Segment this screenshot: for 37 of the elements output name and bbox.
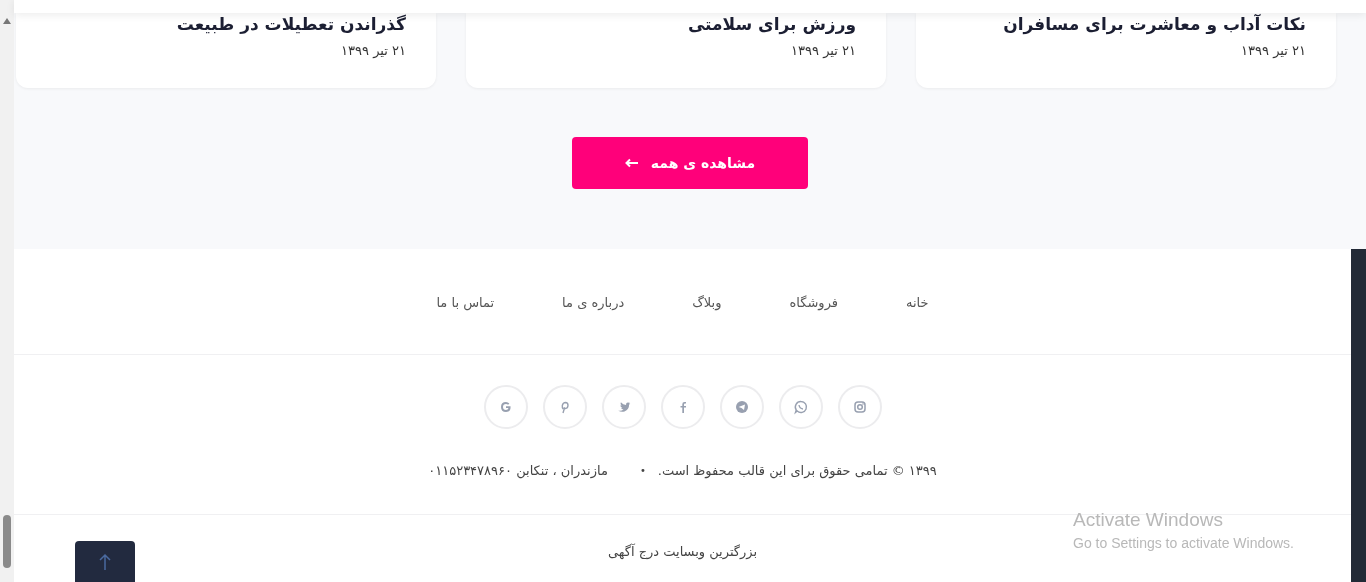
post-card[interactable]: گذراندن تعطیلات در طبیعت ۲۱ تیر ۱۳۹۹	[16, 13, 436, 88]
post-card[interactable]: نکات آداب و معاشرت برای مسافران ۲۱ تیر ۱۳۹۹	[916, 13, 1336, 88]
footer-nav-link[interactable]: درباره ی ما	[562, 292, 625, 313]
tagline-text: بزرگترین وبسایت درج آگهی	[607, 542, 758, 561]
arrow-up-icon	[99, 552, 111, 571]
instagram-icon	[851, 399, 868, 415]
whatsapp-icon	[792, 399, 809, 415]
post-date: ۲۱ تیر ۱۳۹۹	[791, 42, 856, 60]
social-link[interactable]	[660, 385, 705, 429]
footer-nav-link[interactable]: فروشگاه	[789, 292, 839, 313]
post-title[interactable]: گذراندن تعطیلات در طبیعت	[176, 13, 406, 35]
separator-dot: •	[639, 464, 646, 479]
address-text: مازندران ، تنکابن ۰۱۱۵۲۳۴۷۸۹۶۰	[428, 462, 608, 481]
post-card[interactable]: ورزش برای سلامتی ۲۱ تیر ۱۳۹۹	[466, 13, 886, 88]
activation-title: Activate Windows	[1073, 509, 1224, 531]
telegram-icon	[733, 399, 750, 415]
scrollbar-thumb[interactable]	[3, 515, 11, 568]
footer-nav-link[interactable]: خانه	[906, 292, 929, 313]
footer-nav-link[interactable]: تماس با ما	[436, 292, 495, 313]
scrollbar-track[interactable]	[0, 0, 14, 582]
social-link[interactable]	[778, 385, 823, 429]
copyright-text: ۱۳۹۹ © تمامی حقوق برای این قالب محفوظ است.	[657, 462, 937, 481]
post-date: ۲۱ تیر ۱۳۹۹	[1241, 42, 1306, 60]
social-link[interactable]	[483, 385, 528, 429]
view-all-button[interactable]: مشاهده ی همه	[572, 137, 808, 189]
arrow-left-icon	[624, 158, 639, 168]
social-link[interactable]	[837, 385, 882, 429]
footer-nav-link[interactable]: وبلاگ	[692, 292, 722, 313]
social-link[interactable]	[719, 385, 764, 429]
post-title[interactable]: ورزش برای سلامتی	[687, 13, 856, 35]
post-date: ۲۱ تیر ۱۳۹۹	[341, 42, 406, 60]
activation-text: Go to Settings to activate Windows.	[1073, 534, 1294, 553]
back-to-top-button[interactable]	[75, 541, 135, 582]
scroll-up-icon[interactable]	[3, 18, 11, 24]
social-link[interactable]	[542, 385, 587, 429]
post-title[interactable]: نکات آداب و معاشرت برای مسافران	[1003, 13, 1306, 35]
social-link[interactable]	[601, 385, 646, 429]
